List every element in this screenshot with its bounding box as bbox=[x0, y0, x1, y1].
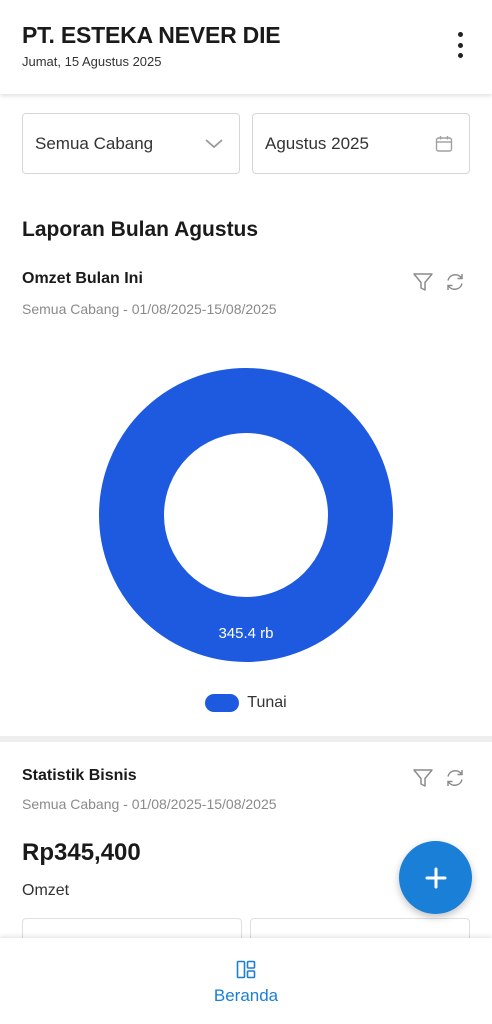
refresh-icon[interactable] bbox=[444, 767, 466, 789]
calendar-icon bbox=[435, 135, 453, 153]
report-title: Laporan Bulan Agustus bbox=[22, 218, 259, 241]
app-header: PT. ESTEKA NEVER DIE Jumat, 15 Agustus 2… bbox=[0, 0, 492, 94]
add-button[interactable] bbox=[399, 841, 472, 914]
plus-icon bbox=[425, 867, 446, 888]
month-picker[interactable]: Agustus 2025 bbox=[252, 113, 470, 174]
omzet-card-subtitle: Semua Cabang - 01/08/2025-15/08/2025 bbox=[22, 301, 277, 317]
filter-bar: Semua Cabang Agustus 2025 bbox=[22, 113, 470, 174]
stats-card-actions bbox=[412, 767, 466, 789]
omzet-label: Omzet bbox=[22, 882, 70, 899]
filter-icon[interactable] bbox=[412, 767, 434, 789]
branch-select[interactable]: Semua Cabang bbox=[22, 113, 240, 174]
donut-slice-label: 345.4 rb bbox=[218, 625, 274, 642]
nav-label-beranda: Beranda bbox=[213, 986, 279, 1005]
donut-slice-tunai[interactable] bbox=[99, 368, 393, 662]
omzet-card-actions bbox=[412, 271, 466, 293]
filter-icon[interactable] bbox=[412, 271, 434, 293]
legend-swatch-tunai bbox=[205, 694, 240, 712]
chevron-down-icon bbox=[205, 138, 223, 149]
stats-card-subtitle: Semua Cabang - 01/08/2025-15/08/2025 bbox=[22, 796, 277, 812]
header-date: Jumat, 15 Agustus 2025 bbox=[22, 54, 162, 69]
refresh-icon[interactable] bbox=[444, 271, 466, 293]
section-divider bbox=[0, 736, 492, 742]
omzet-donut-chart: 345.4 rb bbox=[98, 367, 394, 663]
donut-chart-svg bbox=[99, 368, 393, 662]
company-name: PT. ESTEKA NEVER DIE bbox=[22, 22, 281, 48]
branch-select-value: Semua Cabang bbox=[35, 133, 154, 153]
month-picker-value: Agustus 2025 bbox=[265, 133, 369, 153]
stats-card-title: Statistik Bisnis bbox=[22, 767, 137, 784]
legend-label-tunai[interactable]: Tunai bbox=[247, 694, 286, 712]
omzet-card-title: Omzet Bulan Ini bbox=[22, 270, 143, 287]
omzet-value: Rp345,400 bbox=[22, 839, 141, 866]
bottom-nav: Beranda bbox=[0, 938, 492, 1024]
nav-item-beranda[interactable]: Beranda bbox=[196, 960, 296, 1006]
dashboard-icon bbox=[236, 960, 256, 979]
chart-legend: Tunai bbox=[0, 694, 492, 712]
more-vertical-icon[interactable] bbox=[456, 32, 464, 58]
